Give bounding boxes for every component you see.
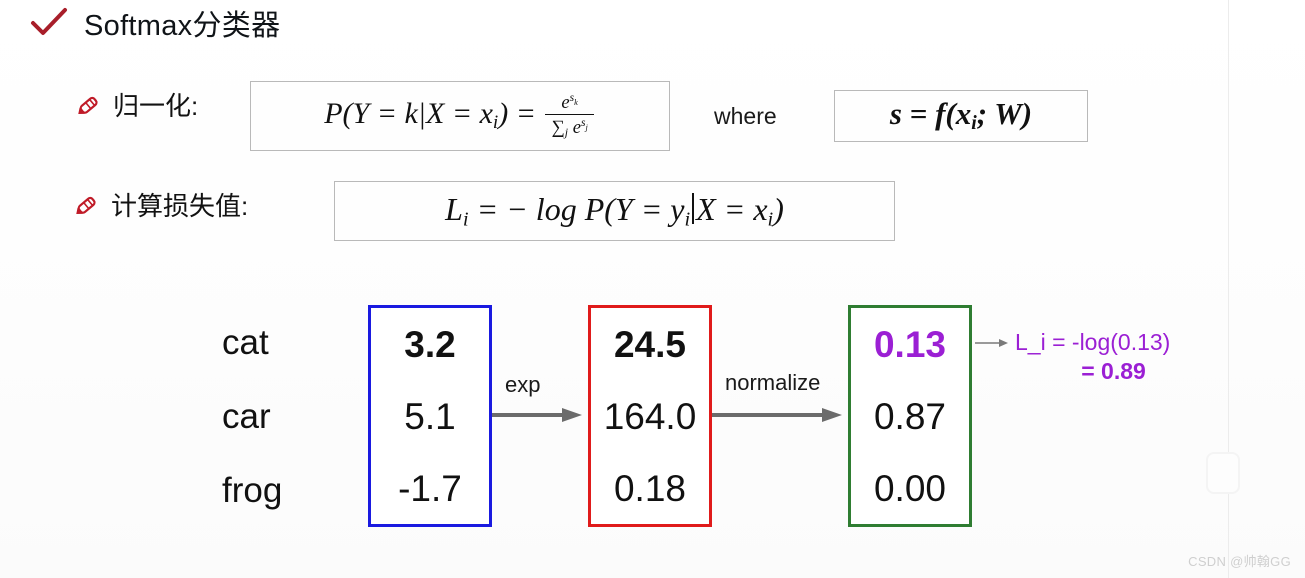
score-value: 3.2 xyxy=(404,323,456,365)
scores-box: 3.2 5.1 -1.7 xyxy=(368,305,492,527)
class-label-list: cat car frog xyxy=(222,305,342,527)
loss-annotation: L_i = -log(0.13) = 0.89 xyxy=(1015,328,1230,387)
class-label-cat: cat xyxy=(222,322,269,362)
slide-canvas: Softmax分类器 归一化: P(Y = k|X = xi) = esk ∑j… xyxy=(0,0,1305,578)
score-value: 164.0 xyxy=(603,395,697,437)
class-label-frog: frog xyxy=(222,470,283,510)
exp-arrow-label: exp xyxy=(505,372,541,397)
score-value: 0.87 xyxy=(873,395,946,437)
score-value: 0.18 xyxy=(613,467,686,509)
normalize-arrow-label: normalize xyxy=(725,370,821,395)
normalize-arrow xyxy=(712,408,842,422)
softmax-pipeline-diagram: cat car frog 3.2 5.1 -1.7 exp 24.5 164.0… xyxy=(0,0,1305,578)
score-value: 0.13 xyxy=(873,323,946,365)
class-label-car: car xyxy=(222,396,271,436)
score-value: -1.7 xyxy=(398,467,462,509)
exp-arrow xyxy=(492,408,582,422)
probabilities-box: 0.13 0.87 0.00 xyxy=(848,305,972,527)
loss-arrow xyxy=(975,339,1008,347)
watermark: CSDN @帅翰GG xyxy=(1188,554,1291,569)
loss-annotation-line2: = 0.89 xyxy=(1081,358,1146,385)
score-value: 5.1 xyxy=(404,395,456,437)
loss-annotation-line1: L_i = -log(0.13) xyxy=(1015,329,1171,355)
unnormalized-probabilities-box: 24.5 164.0 0.18 xyxy=(588,305,712,527)
score-value: 0.00 xyxy=(873,467,946,509)
score-value: 24.5 xyxy=(613,323,686,365)
